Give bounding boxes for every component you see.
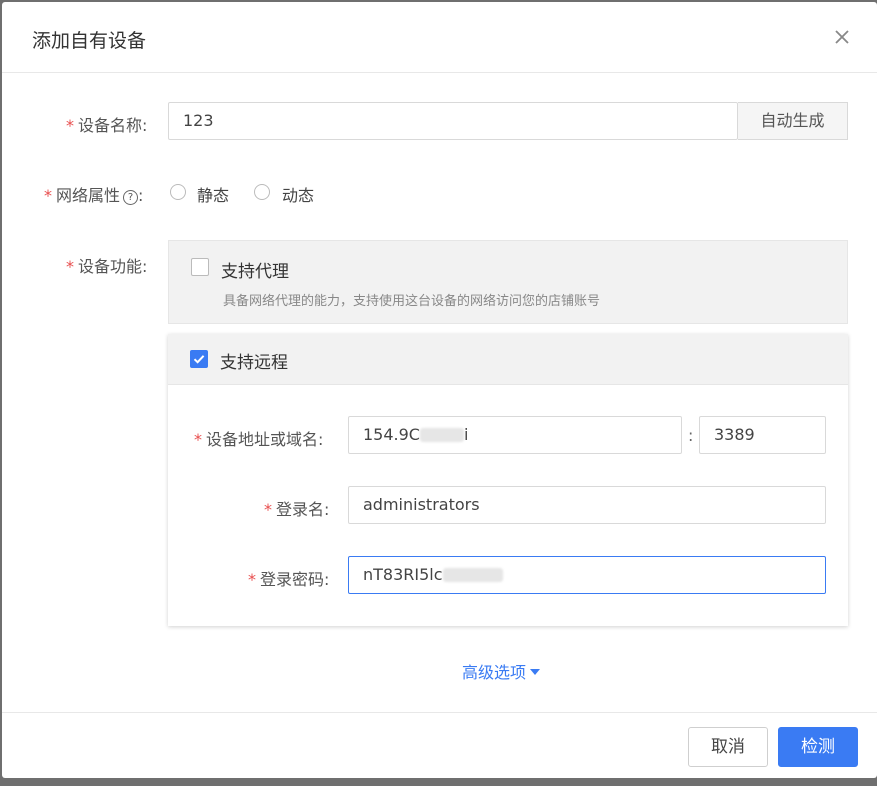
required-mark: * [66,116,74,135]
device-name-input[interactable]: 123 [168,102,738,140]
radio-static[interactable] [170,184,186,200]
remote-checkbox[interactable] [190,350,208,368]
redacted-blur [419,428,464,442]
remote-title: 支持远程 [220,353,288,373]
radio-static-label: 静态 [197,186,230,205]
dialog-title: 添加自有设备 [32,30,147,52]
address-input[interactable]: 154.9C i [348,416,682,454]
device-function-label: * 设备功能: [66,257,148,276]
network-attribute-label: * 网络属性?: [44,186,144,205]
address-label: * 设备地址或域名: [194,430,324,449]
dialog-footer: 取消 检测 [2,712,877,779]
radio-dynamic[interactable] [254,184,270,200]
redacted-blur [442,568,503,582]
username-label: * 登录名: [264,500,330,519]
detect-button[interactable]: 检测 [778,727,858,767]
add-device-dialog: 添加自有设备 * 设备名称: 123 自动生成 * 网络属性?: 静态 动态 * 设备… [2,2,877,778]
port-input[interactable]: 3389 [699,416,826,454]
radio-dynamic-label: 动态 [282,186,315,205]
proxy-description: 具备网络代理的能力，支持使用这台设备的网络访问您的店铺账号 [223,294,601,309]
auto-generate-button[interactable]: 自动生成 [738,102,848,140]
password-input[interactable]: nT83RI5lc [348,556,826,594]
password-label: * 登录密码: [248,570,330,589]
proxy-title: 支持代理 [221,262,289,282]
close-icon[interactable] [832,27,852,47]
port-separator: : [688,426,694,445]
caret-down-icon [530,669,541,675]
check-icon [193,355,205,364]
device-name-label: * 设备名称: [66,116,148,135]
proxy-checkbox[interactable] [191,258,209,276]
question-circle-icon[interactable]: ? [123,190,139,205]
remote-panel: 支持远程 * 设备地址或域名: 154.9C i : 3389 * 登录名: admi… [168,334,848,626]
remote-panel-header: 支持远程 [168,334,848,385]
proxy-panel: 支持代理 具备网络代理的能力，支持使用这台设备的网络访问您的店铺账号 [168,240,848,324]
advanced-options-toggle[interactable]: 高级选项 [462,659,541,683]
username-input[interactable]: administrators [348,486,826,524]
cancel-button[interactable]: 取消 [688,727,768,767]
dialog-header: 添加自有设备 [2,2,877,73]
